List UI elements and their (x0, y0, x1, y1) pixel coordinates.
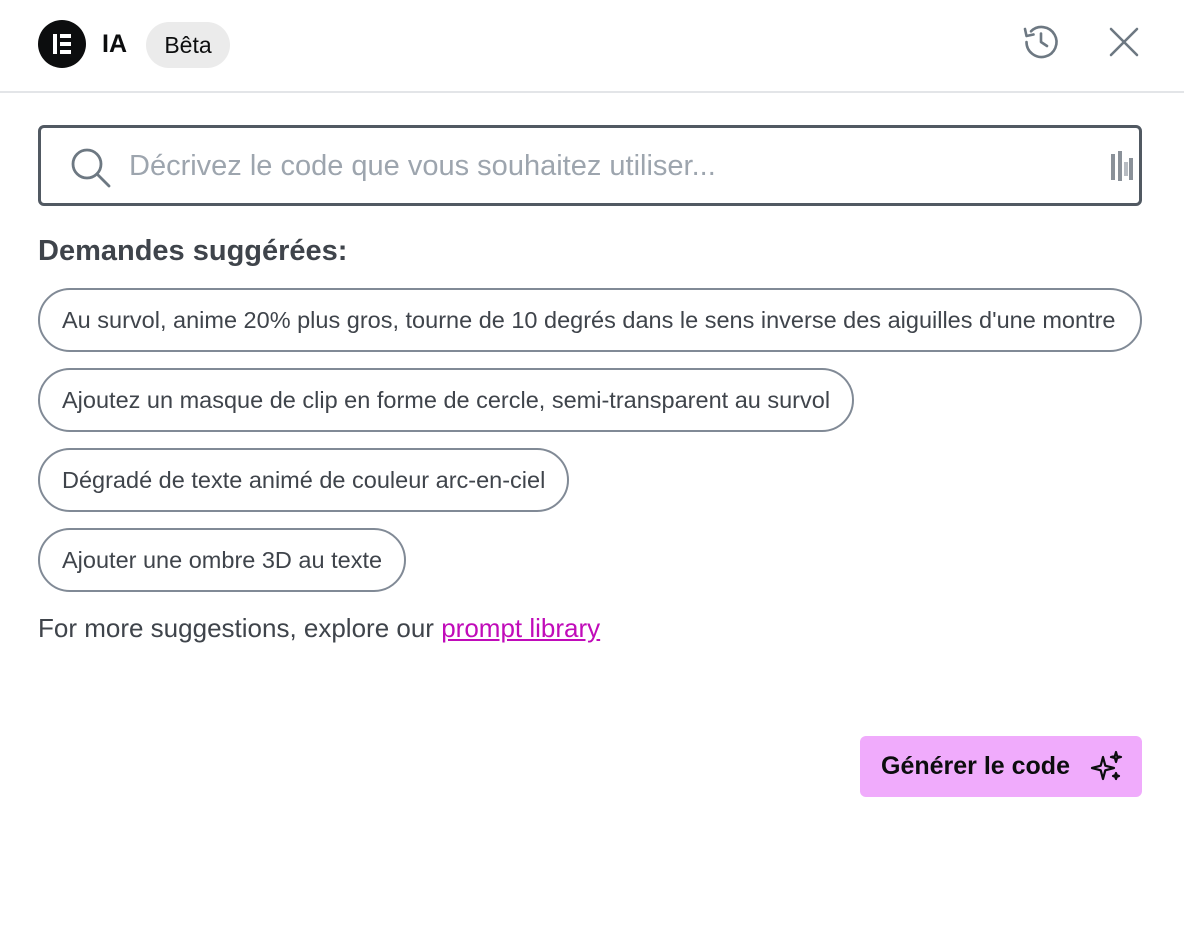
generate-code-button[interactable]: Générer le code (860, 736, 1142, 797)
more-suggestions-text: For more suggestions, explore our prompt… (38, 612, 600, 644)
grammarly-icon[interactable] (1109, 150, 1135, 187)
suggestion-chip[interactable]: Au survol, anime 20% plus gros, tourne d… (38, 288, 1142, 352)
suggestion-chip[interactable]: Ajoutez un masque de clip en forme de ce… (38, 368, 855, 432)
prompt-library-link[interactable]: prompt library (441, 613, 600, 643)
app-title: IA (102, 30, 127, 58)
search-field[interactable] (38, 125, 1142, 206)
suggestion-chip[interactable]: Ajouter une ombre 3D au texte (38, 528, 407, 592)
search-input[interactable] (129, 144, 1089, 188)
header: IA Bêta (0, 0, 1184, 93)
search-icon (69, 146, 113, 195)
more-suggestions-prefix: For more suggestions, explore our (38, 613, 442, 643)
history-button[interactable] (1019, 22, 1063, 66)
close-button[interactable] (1102, 22, 1146, 66)
history-icon (1020, 21, 1062, 68)
generate-code-label: Générer le code (881, 752, 1070, 780)
suggestion-chip[interactable]: Dégradé de texte animé de couleur arc-en… (38, 448, 570, 512)
sparkle-icon (1090, 750, 1124, 789)
suggestions-title: Demandes suggérées: (38, 235, 348, 267)
close-icon (1108, 26, 1140, 63)
beta-badge: Bêta (146, 22, 230, 68)
elementor-logo-icon (38, 20, 86, 68)
